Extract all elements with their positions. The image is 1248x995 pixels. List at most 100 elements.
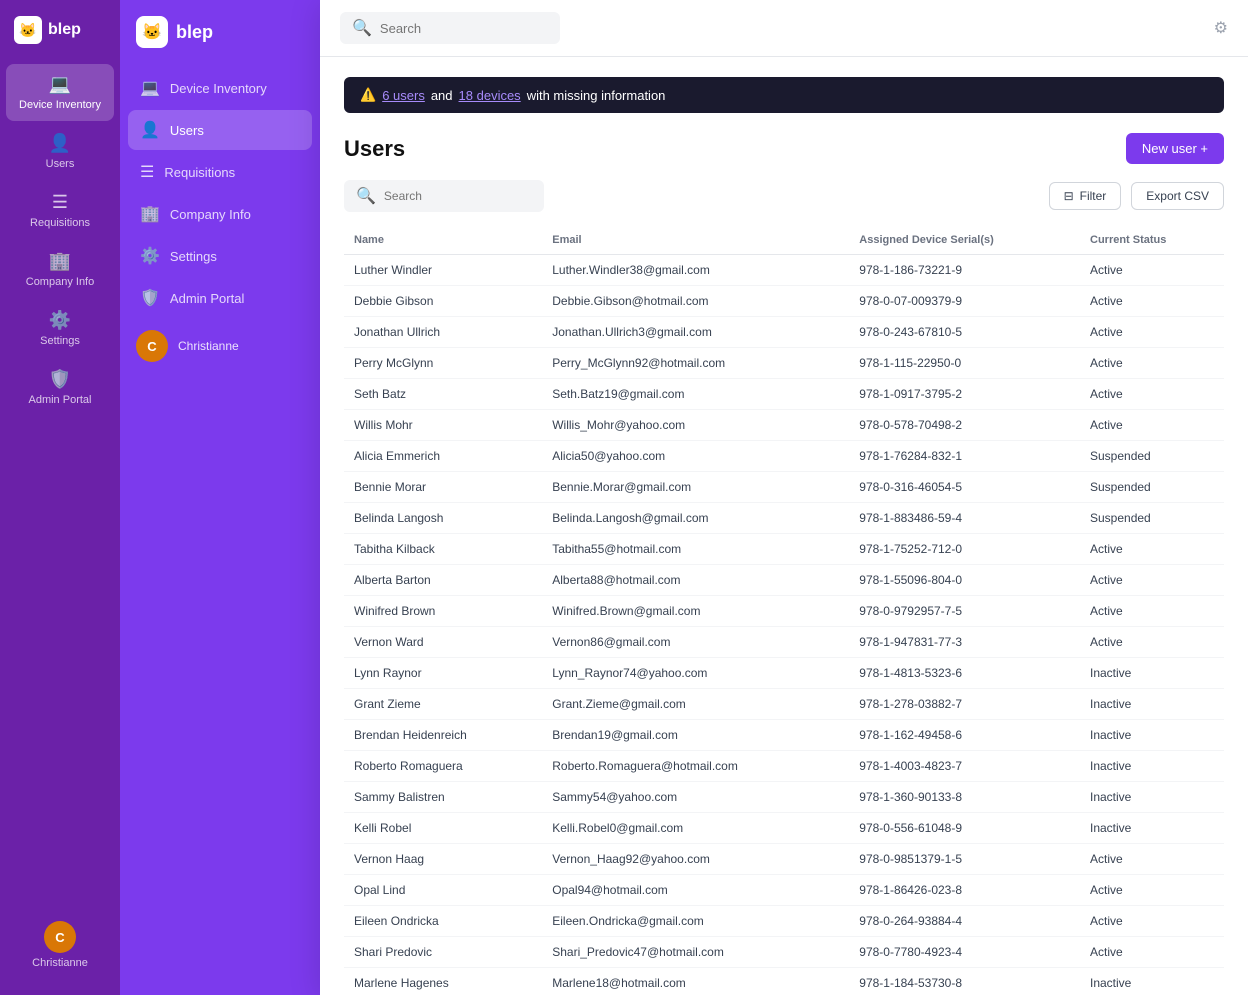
- sidebar-item-label: Users: [46, 158, 75, 170]
- table-row[interactable]: Alberta Barton Alberta88@hotmail.com 978…: [344, 565, 1224, 596]
- user-serial-cell: 978-0-7780-4923-4: [849, 937, 1080, 968]
- users-search-input[interactable]: [384, 189, 532, 203]
- user-serial-cell: 978-0-9851379-1-5: [849, 844, 1080, 875]
- user-name-cell: Belinda Langosh: [344, 503, 542, 534]
- popup-nav-label: Users: [170, 123, 204, 138]
- user-email-cell: Bennie.Morar@gmail.com: [542, 472, 849, 503]
- new-user-button[interactable]: New user +: [1126, 133, 1224, 164]
- user-name-cell: Kelli Robel: [344, 813, 542, 844]
- table-row[interactable]: Roberto Romaguera Roberto.Romaguera@hotm…: [344, 751, 1224, 782]
- user-email-cell: Seth.Batz19@gmail.com: [542, 379, 849, 410]
- table-row[interactable]: Lynn Raynor Lynn_Raynor74@yahoo.com 978-…: [344, 658, 1224, 689]
- popup-nav-company-info[interactable]: 🏢 Company Info: [128, 194, 312, 234]
- user-name-cell: Eileen Ondricka: [344, 906, 542, 937]
- user-status-cell: Active: [1080, 534, 1224, 565]
- table-row[interactable]: Vernon Ward Vernon86@gmail.com 978-1-947…: [344, 627, 1224, 658]
- user-status-cell: Active: [1080, 410, 1224, 441]
- popup-nav-requisitions[interactable]: ☰ Requisitions: [128, 152, 312, 192]
- popup-sidebar: 🐱 blep 💻 Device Inventory 👤 Users ☰ Requ…: [120, 0, 320, 995]
- user-name-cell: Sammy Balistren: [344, 782, 542, 813]
- table-row[interactable]: Grant Zieme Grant.Zieme@gmail.com 978-1-…: [344, 689, 1224, 720]
- popup-nav-settings[interactable]: ⚙️ Settings: [128, 236, 312, 276]
- table-row[interactable]: Alicia Emmerich Alicia50@yahoo.com 978-1…: [344, 441, 1224, 472]
- user-status-cell: Active: [1080, 844, 1224, 875]
- user-status-cell: Inactive: [1080, 720, 1224, 751]
- user-serial-cell: 978-1-86426-023-8: [849, 875, 1080, 906]
- user-email-cell: Belinda.Langosh@gmail.com: [542, 503, 849, 534]
- table-row[interactable]: Shari Predovic Shari_Predovic47@hotmail.…: [344, 937, 1224, 968]
- sidebar-navigation: 💻 Device Inventory 👤 Users ☰ Requisition…: [0, 64, 120, 911]
- popup-nav-label: Settings: [170, 249, 217, 264]
- user-name-cell: Brendan Heidenreich: [344, 720, 542, 751]
- popup-nav-device-inventory[interactable]: 💻 Device Inventory: [128, 68, 312, 108]
- user-status-cell: Inactive: [1080, 813, 1224, 844]
- table-row[interactable]: Brendan Heidenreich Brendan19@gmail.com …: [344, 720, 1224, 751]
- users-top-search[interactable]: 🔍: [340, 12, 560, 44]
- users-alert-banner: ⚠️ 6 users and 18 devices with missing i…: [344, 77, 1224, 113]
- popup-user-footer[interactable]: C Christianne: [120, 318, 320, 374]
- sidebar-item-settings[interactable]: ⚙️ Settings: [6, 300, 114, 357]
- table-row[interactable]: Sammy Balistren Sammy54@yahoo.com 978-1-…: [344, 782, 1224, 813]
- table-row[interactable]: Luther Windler Luther.Windler38@gmail.co…: [344, 255, 1224, 286]
- users-alert-devices-link[interactable]: 18 devices: [459, 88, 521, 103]
- users-col-email: Email: [542, 226, 849, 255]
- table-row[interactable]: Eileen Ondricka Eileen.Ondricka@gmail.co…: [344, 906, 1224, 937]
- sidebar-logo-text: blep: [48, 21, 81, 39]
- table-row[interactable]: Vernon Haag Vernon_Haag92@yahoo.com 978-…: [344, 844, 1224, 875]
- sidebar-item-admin-portal[interactable]: 🛡️ Admin Portal: [6, 359, 114, 416]
- table-row[interactable]: Seth Batz Seth.Batz19@gmail.com 978-1-09…: [344, 379, 1224, 410]
- table-row[interactable]: Jonathan Ullrich Jonathan.Ullrich3@gmail…: [344, 317, 1224, 348]
- user-name-cell: Shari Predovic: [344, 937, 542, 968]
- table-row[interactable]: Kelli Robel Kelli.Robel0@gmail.com 978-0…: [344, 813, 1224, 844]
- table-row[interactable]: Marlene Hagenes Marlene18@hotmail.com 97…: [344, 968, 1224, 995]
- table-row[interactable]: Willis Mohr Willis_Mohr@yahoo.com 978-0-…: [344, 410, 1224, 441]
- admin-portal-icon: 🛡️: [49, 369, 71, 390]
- sidebar-item-requisitions[interactable]: ☰ Requisitions: [6, 182, 114, 239]
- table-row[interactable]: Belinda Langosh Belinda.Langosh@gmail.co…: [344, 503, 1224, 534]
- users-icon: 👤: [49, 133, 71, 154]
- user-serial-cell: 978-1-76284-832-1: [849, 441, 1080, 472]
- sidebar-item-company-info[interactable]: 🏢 Company Info: [6, 241, 114, 298]
- table-row[interactable]: Debbie Gibson Debbie.Gibson@hotmail.com …: [344, 286, 1224, 317]
- table-row[interactable]: Perry McGlynn Perry_McGlynn92@hotmail.co…: [344, 348, 1224, 379]
- users-search-bar[interactable]: 🔍: [344, 180, 544, 212]
- user-email-cell: Perry_McGlynn92@hotmail.com: [542, 348, 849, 379]
- sidebar-user-footer[interactable]: C Christianne: [0, 911, 120, 979]
- users-alert-users-link[interactable]: 6 users: [382, 88, 425, 103]
- popup-device-icon: 💻: [140, 78, 160, 98]
- popup-settings-icon[interactable]: ⚙: [1214, 18, 1228, 38]
- user-email-cell: Tabitha55@hotmail.com: [542, 534, 849, 565]
- user-status-cell: Active: [1080, 565, 1224, 596]
- user-serial-cell: 978-1-4813-5323-6: [849, 658, 1080, 689]
- sidebar-item-device-inventory[interactable]: 💻 Device Inventory: [6, 64, 114, 121]
- user-serial-cell: 978-0-243-67810-5: [849, 317, 1080, 348]
- user-status-cell: Active: [1080, 937, 1224, 968]
- popup-nav-label: Company Info: [170, 207, 251, 222]
- user-status-cell: Active: [1080, 875, 1224, 906]
- user-name-cell: Alicia Emmerich: [344, 441, 542, 472]
- user-status-cell: Inactive: [1080, 658, 1224, 689]
- users-filter-button[interactable]: ⊟ Filter: [1049, 182, 1122, 210]
- sidebar-item-users[interactable]: 👤 Users: [6, 123, 114, 180]
- user-status-cell: Suspended: [1080, 472, 1224, 503]
- user-name-cell: Vernon Haag: [344, 844, 542, 875]
- user-serial-cell: 978-1-75252-712-0: [849, 534, 1080, 565]
- users-actions: ⊟ Filter Export CSV: [1049, 182, 1224, 210]
- table-row[interactable]: Opal Lind Opal94@hotmail.com 978-1-86426…: [344, 875, 1224, 906]
- table-row[interactable]: Bennie Morar Bennie.Morar@gmail.com 978-…: [344, 472, 1224, 503]
- users-filter-label: Filter: [1080, 189, 1107, 203]
- popup-nav-users[interactable]: 👤 Users: [128, 110, 312, 150]
- user-name-cell: Willis Mohr: [344, 410, 542, 441]
- user-name-cell: Debbie Gibson: [344, 286, 542, 317]
- sidebar-item-label: Settings: [40, 335, 80, 347]
- user-email-cell: Kelli.Robel0@gmail.com: [542, 813, 849, 844]
- table-row[interactable]: Winifred Brown Winifred.Brown@gmail.com …: [344, 596, 1224, 627]
- avatar: C: [44, 921, 76, 953]
- table-row[interactable]: Tabitha Kilback Tabitha55@hotmail.com 97…: [344, 534, 1224, 565]
- sidebar-item-label: Device Inventory: [19, 99, 101, 111]
- popup-logo-text: blep: [176, 22, 213, 43]
- user-name-cell: Lynn Raynor: [344, 658, 542, 689]
- popup-nav-admin-portal[interactable]: 🛡️ Admin Portal: [128, 278, 312, 318]
- users-search-top-input[interactable]: [380, 21, 548, 36]
- users-export-button[interactable]: Export CSV: [1131, 182, 1224, 210]
